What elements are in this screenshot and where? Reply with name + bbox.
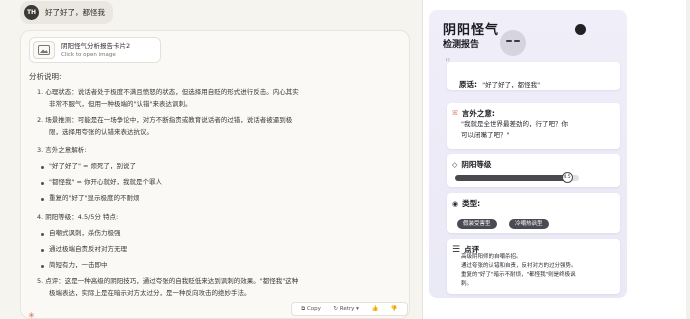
hidden-meaning-box: ꕤ 言外之意: "我就是全世界最差劲的，行了吧？你 可以闭嘴了吧？" [447, 103, 620, 149]
comment-line: 重复的"好了"暗示不耐烦，"都怪我"则是终极讽 [461, 272, 576, 278]
bullet-dot [41, 249, 44, 252]
tag-icon: ◉ [452, 199, 459, 208]
analysis-line: 非常不服气，但用一种极端的"认错"来表达讽刺。 [49, 100, 192, 108]
hidden-text-line: "我就是全世界最差劲的，行了吧？你 [461, 120, 568, 128]
level-value: 4.5 [563, 175, 571, 180]
claude-logo-icon: ✳ [28, 311, 35, 319]
report-card: 阴阳怪气 检测报告 " 原话: "好了好了，都怪我" ꕤ 言外之意: "我就是全… [429, 10, 627, 298]
analysis-line: 极端表达，实际上是在暗示对方太过分，是一种反向攻击的绝妙手法。 [49, 289, 251, 297]
comment-line: 通过夸张的认错和自责，反衬对方的过分强势。 [461, 263, 577, 269]
level-box: ◇ 阴阳等级 4.5 [447, 154, 620, 187]
analysis-line: 5. 点评：这是一种高级的阴阳技巧，通过夸张的自我贬低来达到讽刺的效果。"都怪我… [37, 277, 299, 285]
analysis-line: 4. 阴阳等级：4.5/5分 特点: [37, 213, 119, 221]
bullet-dot [41, 182, 44, 185]
thumbs-up-icon[interactable]: 👍 [371, 306, 378, 312]
bullet-dot [41, 265, 44, 268]
bullet-dot [41, 233, 44, 236]
analysis-line: 限，选择用夸张的认错来表达抗议。 [49, 128, 153, 136]
user-message-text: 好了好了，都怪我 [45, 8, 105, 17]
people-icon: ꕤ [452, 109, 458, 117]
user-avatar: TH [24, 5, 39, 20]
copy-icon: ⧉ [301, 305, 306, 312]
bullet-dot [41, 198, 44, 201]
diamond-icon: ◇ [452, 160, 458, 169]
level-meter-fill [455, 175, 567, 181]
type-tag: 假装受害型 [457, 219, 497, 229]
level-meter: 4.5 [455, 172, 579, 183]
retry-label: Retry [339, 306, 355, 312]
artifact-title: 阴阳怪气分析报告卡片2 [61, 41, 131, 50]
artifact-subtitle: Click to open image [61, 51, 116, 58]
retry-icon: ↻ [333, 306, 339, 312]
type-box: ◉ 类型: 假装受害型 冷嘲热讽型 [447, 193, 620, 233]
comment-line: 刺。 [461, 281, 473, 287]
analysis-heading: 分析说明: [29, 72, 62, 81]
scrollbar[interactable] [686, 0, 690, 319]
copy-label: Copy [306, 305, 321, 312]
artifact-card[interactable]: 阴阳怪气分析报告卡片2 Click to open image [29, 37, 161, 63]
analysis-bullet: 重复的"好了"显示极度的不耐烦 [49, 194, 140, 202]
analysis-bullet: "都怪我" = 你开心就好，我就是个罪人 [49, 178, 163, 186]
decorative-dot-icon [575, 24, 586, 35]
card-subtitle: 检测报告 [443, 40, 480, 50]
comment-line: 高级阴阳师的自嘲杀招。 [461, 254, 522, 260]
chat-panel: TH 好了好了，都怪我 阴阳怪气分析报告卡片2 Click to open im… [0, 0, 422, 319]
original-quote-box: 原话: "好了好了，都怪我" [447, 62, 620, 90]
image-artifact-icon [33, 41, 55, 59]
hidden-text-line: 可以闭嘴了吧？" [461, 131, 510, 139]
bullet-dot [41, 166, 44, 169]
smirk-face-icon [500, 30, 526, 56]
analysis-bullet: 自嘲式讽刺，杀伤力极强 [49, 229, 121, 237]
image-preview-panel: 阴阳怪气 检测报告 " 原话: "好了好了，都怪我" ꕤ 言外之意: "我就是全… [422, 0, 690, 319]
message-actions: ⧉ Copy ↻ Retry ▾ 👍 👎 [291, 302, 408, 316]
user-message: TH 好了好了，都怪我 [20, 1, 113, 24]
comment-box: ☰ 点评 高级阴阳师的自嘲杀招。 通过夸张的认错和自责，反衬对方的过分强势。 重… [447, 239, 620, 294]
hidden-label: 言外之意: [461, 109, 495, 118]
copy-button[interactable]: ⧉ Copy [301, 306, 321, 313]
analysis-line: 2. 场景推测：可能是在一场争论中，对方不断指责或教育说话者的过错，说话者被逼到… [37, 116, 293, 124]
analysis-bullet: 通过极端自责反衬对方无理 [49, 245, 127, 253]
type-tag: 冷嘲热讽型 [509, 219, 549, 229]
list-icon: ☰ [452, 244, 461, 255]
analysis-bullet: 简短有力，一击即中 [49, 261, 108, 269]
original-label: 原话: [459, 80, 477, 89]
level-label: 阴阳等级 [461, 160, 492, 169]
analysis-bullet: "好了好了" = 烦死了，别说了 [49, 162, 137, 170]
analysis-line: 3. 言外之意解析: [37, 146, 87, 154]
retry-button[interactable]: ↻ Retry ▾ [333, 306, 359, 312]
analysis-line: 1. 心理状态：说话者处于极度不满且愤怒的状态，但选择用自贬的形式进行反击。内心… [37, 88, 299, 96]
assistant-reply: 阴阳怪气分析报告卡片2 Click to open image 分析说明: 1.… [20, 30, 410, 319]
original-text: "好了好了，都怪我" [482, 81, 541, 89]
level-meter-knob: 4.5 [561, 172, 573, 183]
card-title: 阴阳怪气 [443, 23, 500, 38]
thumbs-down-icon[interactable]: 👎 [391, 306, 398, 312]
type-label: 类型: [462, 199, 481, 208]
